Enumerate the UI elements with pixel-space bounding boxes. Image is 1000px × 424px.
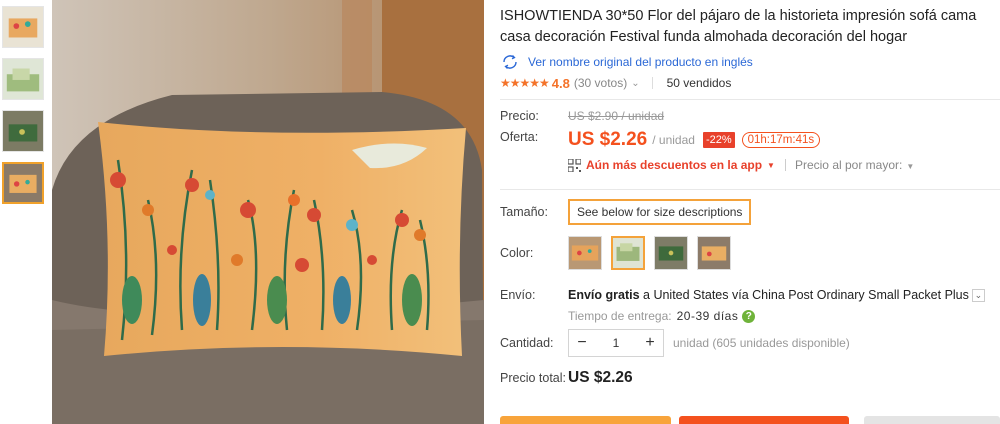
divider bbox=[500, 99, 1000, 100]
total-price: US $2.26 bbox=[568, 369, 633, 386]
add-to-cart-button[interactable] bbox=[679, 416, 849, 424]
shipping-via-text: vía bbox=[728, 288, 753, 302]
thumbnail-2[interactable] bbox=[2, 58, 44, 100]
thumbnail-1[interactable] bbox=[2, 6, 44, 48]
wholesale-price-link[interactable]: Precio al por mayor: ▼ bbox=[795, 158, 914, 172]
size-label: Tamaño: bbox=[500, 205, 548, 219]
star-rating-icon: ★★★★★ bbox=[500, 76, 550, 90]
shipping-label: Envío: bbox=[500, 288, 536, 302]
shipping-carrier: China Post Ordinary Small Packet Plus bbox=[752, 288, 969, 302]
translate-icon bbox=[503, 55, 517, 69]
app-discount-text: Aún más descuentos en la app bbox=[586, 158, 763, 172]
quantity-increase-button[interactable]: + bbox=[637, 334, 663, 352]
divider bbox=[784, 159, 786, 171]
product-title: ISHOWTIENDA 30*50 Flor del pájaro de la … bbox=[500, 8, 977, 45]
app-discount-row: Aún más descuentos en la app ▼ Precio al… bbox=[568, 158, 914, 172]
total-price-row: Precio total: US $2.26 bbox=[500, 369, 633, 387]
color-swatch-2-selected[interactable] bbox=[611, 236, 645, 270]
caret-down-icon: ▼ bbox=[906, 162, 915, 171]
quantity-label: Cantidad: bbox=[500, 336, 554, 350]
shipping-country[interactable]: United States bbox=[653, 288, 728, 302]
main-product-image[interactable] bbox=[52, 0, 484, 424]
color-swatch-1[interactable] bbox=[568, 236, 602, 270]
wishlist-button[interactable] bbox=[864, 416, 1000, 424]
chevron-down-icon[interactable]: ⌄ bbox=[631, 78, 639, 89]
offer-price: US $2.26 bbox=[568, 129, 648, 150]
chevron-down-icon[interactable]: ⌄ bbox=[971, 289, 985, 303]
thumbnail-3[interactable] bbox=[2, 110, 44, 152]
size-row: Tamaño: See below for size descriptions bbox=[500, 199, 752, 225]
rating-row: ★★★★★ 4.8 (30 votos) ⌄ 50 vendidos bbox=[500, 73, 1000, 93]
wholesale-price-text: Precio al por mayor: bbox=[794, 158, 903, 172]
divider bbox=[500, 189, 1000, 190]
per-unit-label: / unidad bbox=[652, 133, 695, 147]
rating-value: 4.8 bbox=[551, 75, 570, 91]
original-price-label: Precio: bbox=[500, 109, 539, 123]
countdown-timer: 01h:17m:41s bbox=[741, 132, 821, 148]
color-swatch-3[interactable] bbox=[654, 236, 688, 270]
caret-down-icon: ▼ bbox=[767, 160, 775, 170]
help-icon[interactable]: ? bbox=[742, 309, 756, 323]
offer-price-row: Oferta: US $2.26 / unidad -22% 01h:17m:4… bbox=[500, 129, 821, 151]
original-price: US $2.90 / unidad bbox=[568, 109, 665, 123]
original-price-row: Precio: US $2.90 / unidad bbox=[500, 109, 664, 123]
shipping-row: Envío: Envío gratis a United States vía … bbox=[500, 288, 985, 323]
divider bbox=[651, 77, 653, 89]
app-discount-link[interactable]: Aún más descuentos en la app ▼ bbox=[568, 158, 775, 172]
available-units: unidad (605 unidades disponible) bbox=[673, 336, 850, 350]
thumbnail-4-selected[interactable] bbox=[2, 162, 44, 204]
qr-code-icon bbox=[568, 158, 581, 172]
sold-count: 50 vendidos bbox=[666, 76, 732, 90]
offer-price-label: Oferta: bbox=[500, 130, 539, 144]
delivery-time: Tiempo de entrega: 20-39 días ? bbox=[568, 309, 985, 323]
discount-badge: -22% bbox=[702, 132, 735, 148]
quantity-stepper: − + bbox=[568, 329, 664, 357]
thumbnail-strip bbox=[2, 6, 44, 214]
shipping-main: Envío gratis a United States vía China P… bbox=[568, 288, 985, 303]
votes-link[interactable]: (30 votos) bbox=[574, 76, 627, 90]
size-option-selected[interactable]: See below for size descriptions bbox=[568, 199, 752, 225]
delivery-days: 20-39 días bbox=[676, 309, 739, 324]
shipping-to-text: a bbox=[639, 288, 654, 302]
color-row: Color: bbox=[500, 236, 740, 270]
buy-now-button[interactable] bbox=[500, 416, 671, 424]
total-price-label: Precio total: bbox=[500, 371, 567, 385]
delivery-time-label: Tiempo de entrega: bbox=[568, 309, 672, 324]
color-swatch-4[interactable] bbox=[697, 236, 731, 270]
shipping-info: Envío gratis a United States vía China P… bbox=[568, 288, 985, 323]
original-name-link-text: Ver nombre original del producto en ingl… bbox=[528, 55, 753, 69]
quantity-input[interactable] bbox=[595, 336, 637, 350]
quantity-decrease-button[interactable]: − bbox=[569, 334, 595, 352]
product-details: ISHOWTIENDA 30*50 Flor del pájaro de la … bbox=[500, 0, 1000, 424]
original-name-link[interactable]: Ver nombre original del producto en ingl… bbox=[500, 54, 1000, 70]
quantity-row: Cantidad: − + unidad (605 unidades dispo… bbox=[500, 329, 850, 357]
free-shipping-text: Envío gratis bbox=[568, 288, 640, 302]
color-label: Color: bbox=[500, 246, 534, 260]
